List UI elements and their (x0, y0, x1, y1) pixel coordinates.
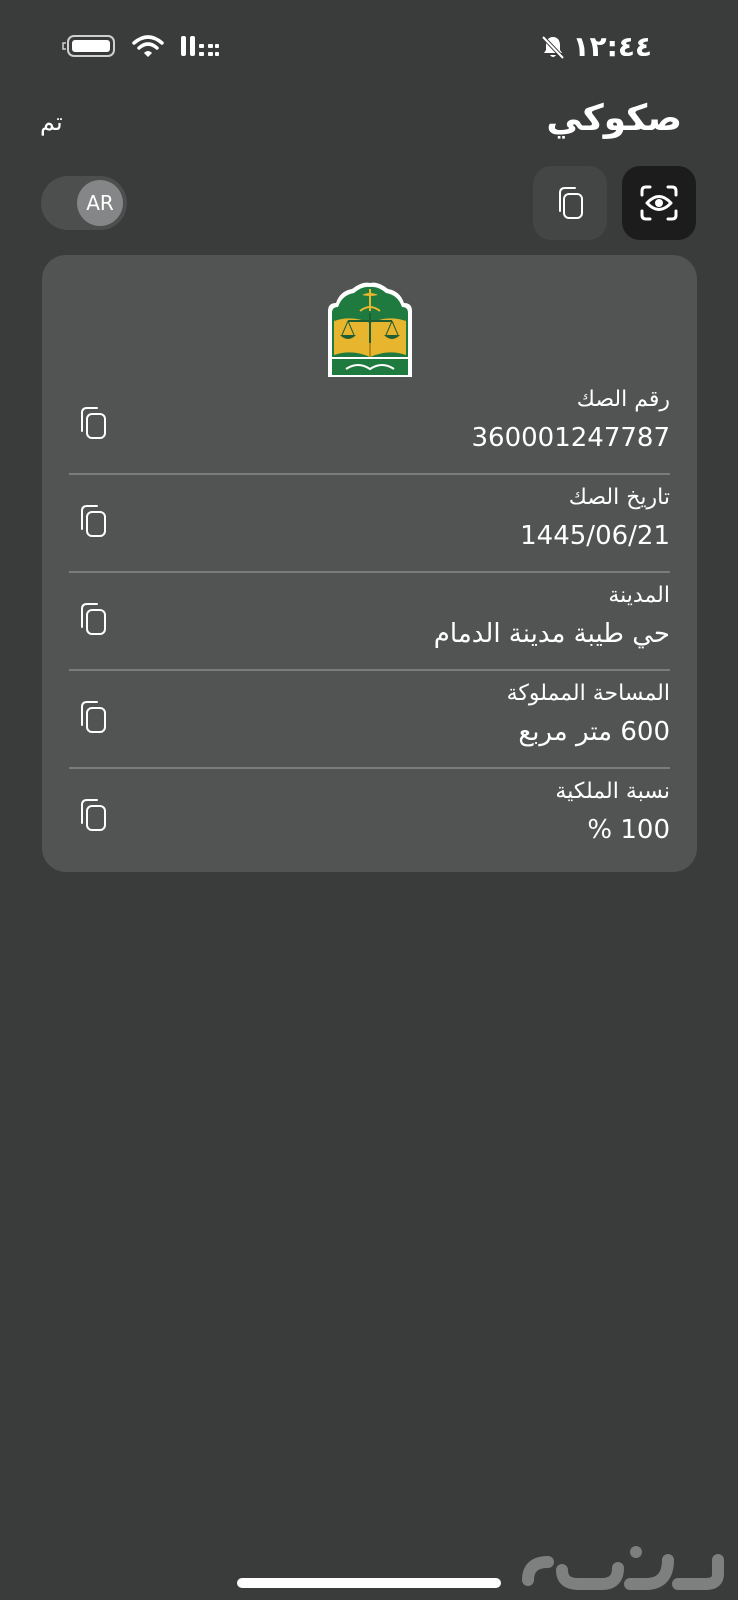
copy-deed-date-button[interactable] (77, 503, 109, 539)
copy-icon (81, 799, 106, 831)
haraj-watermark (522, 1546, 724, 1590)
done-button[interactable]: تم (40, 108, 63, 136)
copy-icon (81, 505, 106, 537)
deed-number-row: رقم الصك 360001247787 (69, 377, 670, 475)
language-toggle[interactable]: AR (41, 176, 127, 230)
copy-all-button[interactable] (533, 166, 607, 240)
row-value: 100 % (587, 815, 670, 845)
copy-ownership-ratio-button[interactable] (77, 797, 109, 833)
copy-owned-area-button[interactable] (77, 699, 109, 735)
scan-button[interactable] (622, 166, 696, 240)
eye-scan-icon (640, 185, 678, 221)
wifi-icon (132, 35, 164, 57)
language-toggle-knob: AR (77, 180, 123, 226)
copy-icon (559, 187, 583, 219)
deed-details-list: رقم الصك 360001247787 تاريخ الصك 1445/06… (69, 377, 670, 865)
row-value: حي طيبة مدينة الدمام (433, 619, 670, 649)
row-value: 360001247787 (471, 423, 670, 453)
status-time: ١٢:٤٤ (572, 30, 652, 63)
row-label: نسبة الملكية (555, 779, 670, 804)
status-clock: ١٢:٤٤ (540, 30, 652, 63)
ministry-of-justice-emblem (328, 282, 412, 377)
row-label: تاريخ الصك (568, 485, 670, 510)
row-label: المساحة المملوكة (506, 681, 670, 706)
copy-icon (81, 701, 106, 733)
battery-icon (62, 35, 115, 57)
row-value: 1445/06/21 (520, 521, 670, 551)
signal-icon (181, 36, 219, 56)
deed-card: رقم الصك 360001247787 تاريخ الصك 1445/06… (42, 255, 697, 872)
home-indicator[interactable] (237, 1578, 501, 1588)
owned-area-row: المساحة المملوكة 600 متر مربع (69, 671, 670, 769)
row-label: رقم الصك (576, 387, 670, 412)
row-value: 600 متر مربع (518, 717, 670, 747)
copy-icon (81, 407, 106, 439)
status-bar: ١٢:٤٤ (0, 28, 738, 72)
bell-muted-icon (541, 35, 565, 59)
ownership-ratio-row: نسبة الملكية 100 % (69, 769, 670, 865)
row-label: المدينة (608, 583, 670, 608)
page-title: صكوكي (546, 98, 682, 139)
deed-date-row: تاريخ الصك 1445/06/21 (69, 475, 670, 573)
copy-deed-number-button[interactable] (77, 405, 109, 441)
copy-city-button[interactable] (77, 601, 109, 637)
city-row: المدينة حي طيبة مدينة الدمام (69, 573, 670, 671)
status-icons (62, 34, 220, 58)
copy-icon (81, 603, 106, 635)
